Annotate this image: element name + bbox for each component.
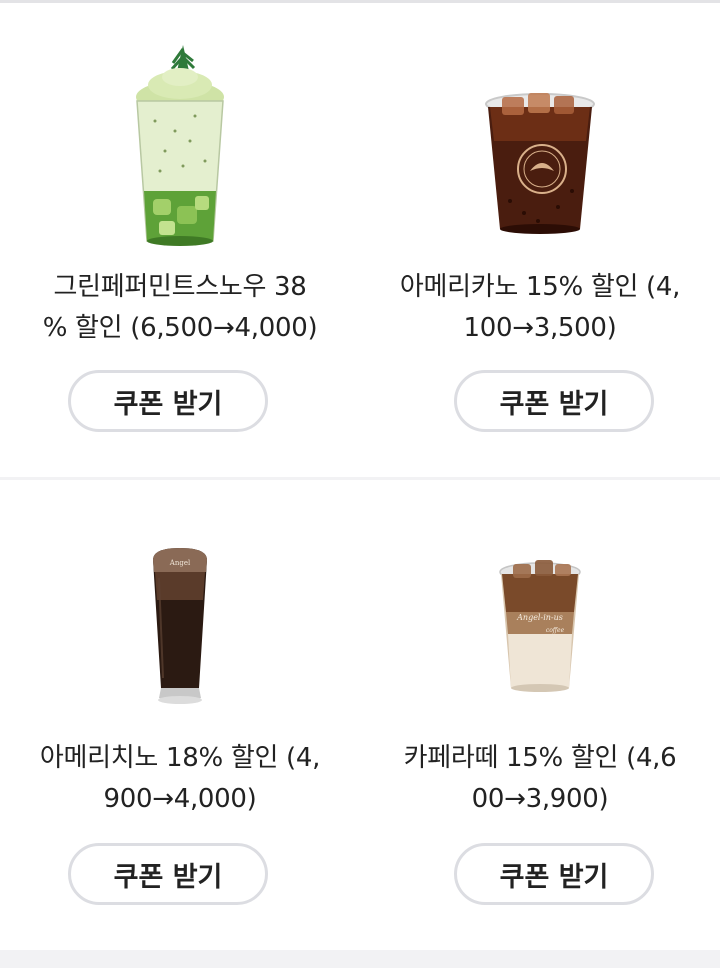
get-coupon-button[interactable]: 쿠폰 받기 [454,843,654,905]
coupon-card-cafe-latte: Angel-in-us coffee 카페라떼 15% 할인 (4,6 00→3… [360,480,720,950]
product-title: 그린페퍼민트스노우 38 % 할인 (6,500→4,000) [10,267,350,349]
iced-americano-drink-image [485,93,595,234]
product-title-line-2: % 할인 (6,500→4,000) [42,313,318,343]
svg-text:Angel: Angel [169,559,191,567]
coupon-card-green-peppermint: 그린페퍼민트스노우 38 % 할인 (6,500→4,000) 쿠폰 받기 [0,3,360,477]
bottom-divider [0,950,720,968]
coupon-row-2: Angel 아메리치노 18% 할인 (4, 900→4,000) 쿠폰 받기 [0,480,720,950]
product-title: 카페라떼 15% 할인 (4,6 00→3,900) [370,738,710,820]
product-title: 아메리카노 15% 할인 (4, 100→3,500) [370,267,710,349]
product-title-line-2: 100→3,500) [463,313,617,343]
svg-text:coffee: coffee [546,627,565,634]
get-coupon-button[interactable]: 쿠폰 받기 [454,370,654,432]
product-image-americhino: Angel [0,538,360,708]
product-image-green-peppermint [0,41,360,251]
green-peppermint-snow-drink-image [136,45,224,246]
product-title-line-1: 카페라떼 15% 할인 (4,6 [403,743,677,773]
product-image-americano [360,41,720,251]
product-title-line-1: 아메리치노 18% 할인 (4, [39,743,321,773]
iced-cafe-latte-drink-image: Angel-in-us coffee [499,560,581,692]
product-image-cafe-latte: Angel-in-us coffee [360,538,720,708]
product-title-line-1: 그린페퍼민트스노우 38 [53,272,307,302]
product-title-line-2: 00→3,900) [471,784,609,814]
americhino-drink-image: Angel [153,548,207,704]
get-coupon-button[interactable]: 쿠폰 받기 [68,370,268,432]
get-coupon-button[interactable]: 쿠폰 받기 [68,843,268,905]
coupon-row-1: 그린페퍼민트스노우 38 % 할인 (6,500→4,000) 쿠폰 받기 아메… [0,3,720,477]
product-title-line-1: 아메리카노 15% 할인 (4, [399,272,681,302]
product-title: 아메리치노 18% 할인 (4, 900→4,000) [10,738,350,820]
coupon-card-americano: 아메리카노 15% 할인 (4, 100→3,500) 쿠폰 받기 [360,3,720,477]
product-title-line-2: 900→4,000) [103,784,257,814]
svg-text:Angel-in-us: Angel-in-us [516,613,563,622]
coupon-card-americhino: Angel 아메리치노 18% 할인 (4, 900→4,000) 쿠폰 받기 [0,480,360,950]
